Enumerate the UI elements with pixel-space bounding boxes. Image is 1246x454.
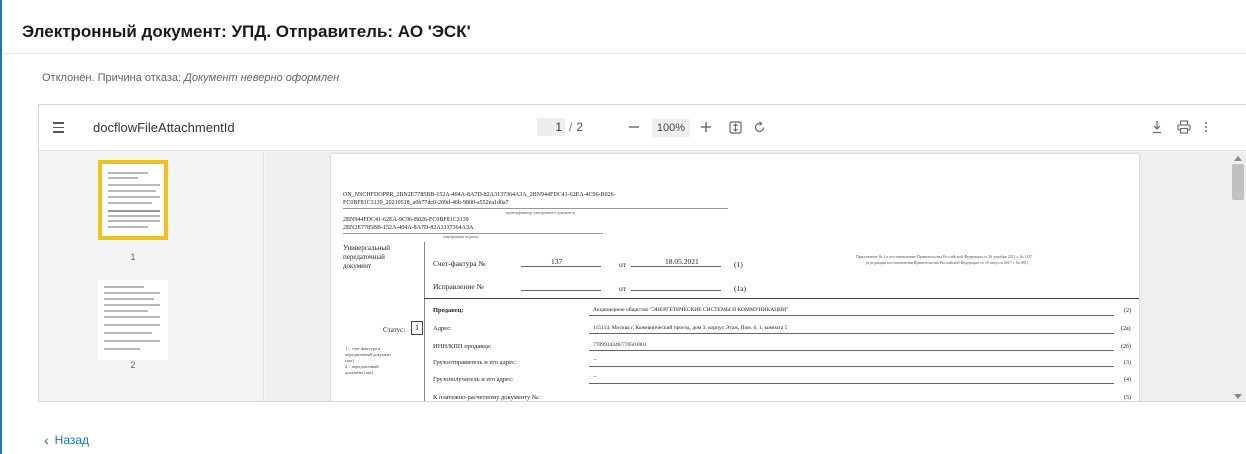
- viewer-toolbar: docflowFileAttachmentId / 2 100%: [39, 105, 1246, 151]
- thumbnail-label-1: 1: [130, 252, 136, 262]
- document-page: ON_NSCHFDOPPR_2BN2E7785BB-152A-404A-8A7D…: [331, 154, 1139, 401]
- doc-id-line-1: ON_NSCHFDOPPR_2BN2E7785BB-152A-404A-8A7D…: [343, 192, 616, 198]
- doc-appendix-1: Приложение № 1 к постановлению Правитель…: [856, 254, 1033, 259]
- rejection-status: Отклонён. Причина отказа: Документ невер…: [42, 72, 339, 84]
- document-area: ON_NSCHFDOPPR_2BN2E7785BB-152A-404A-8A7D…: [265, 152, 1246, 401]
- page: Электронный документ: УПД. Отправитель: …: [0, 0, 1246, 454]
- doc-consignee-label: Грузополучатель и его адрес:: [433, 376, 514, 383]
- doc-shipper-label: Грузоотправитель и его адрес:: [433, 359, 517, 366]
- scroll-down-icon[interactable]: [1234, 394, 1242, 399]
- doc-address-label: Адрес:: [433, 325, 452, 332]
- doc-correction-label: Исправление №: [433, 282, 484, 291]
- fit-page-icon[interactable]: [725, 116, 745, 138]
- total-pages: 2: [576, 120, 584, 134]
- print-icon[interactable]: [1174, 116, 1194, 138]
- doc-shipper-value: --: [593, 357, 597, 363]
- doc-correction-from: от: [619, 284, 626, 293]
- doc-inn-value: 7709934346/770501001: [593, 342, 647, 348]
- page-title: Электронный документ: УПД. Отправитель: …: [22, 22, 471, 41]
- doc-seller-label: Продавец:: [433, 307, 464, 314]
- doc-payment-code: (5): [1124, 395, 1131, 401]
- minus-icon[interactable]: [624, 116, 644, 138]
- page-indicator: / 2: [537, 118, 583, 136]
- doc-seller-code: (2): [1124, 308, 1131, 314]
- thumbnail-page-2[interactable]: [98, 280, 168, 360]
- scroll-up-icon[interactable]: [1234, 156, 1242, 161]
- doc-sender-line-2: 2BN2E7785BB-152A-404A-8A7D-82A3137364A3A: [343, 225, 474, 231]
- page-number-input[interactable]: [537, 118, 565, 136]
- doc-consignee-code: (4): [1124, 377, 1131, 383]
- doc-correction-code: (1а): [734, 284, 747, 293]
- plus-icon[interactable]: [696, 116, 716, 138]
- doc-payment-label: К платежно-расчетному документу №:: [433, 394, 540, 401]
- document-scrollbar[interactable]: [1229, 152, 1246, 401]
- thumbnail-panel: 1 2: [39, 152, 264, 401]
- doc-sender-line-1: 2BN944FDC41-62EA-9C96-B026-FC0BF81C3139: [343, 217, 469, 223]
- doc-inn-code: (2б): [1121, 344, 1132, 350]
- doc-invoice-code: (1): [734, 260, 743, 269]
- doc-status-note-2: передаточный документ: [345, 352, 392, 357]
- doc-status-value: 1: [411, 321, 423, 335]
- doc-sender-caption: электронная подпись: [443, 234, 479, 239]
- thumbnail-label-2: 2: [130, 360, 136, 370]
- doc-invoice-from: от: [619, 260, 626, 269]
- doc-id-caption: идентификатор электронного документа: [506, 210, 575, 215]
- doc-seller-value: Акционерное общество "ЭНЕРГЕТИЧЕСКИЕ СИС…: [593, 307, 789, 313]
- doc-address-code: (2а): [1121, 326, 1131, 332]
- scroll-thumb[interactable]: [1232, 164, 1244, 200]
- more-vert-icon[interactable]: [1199, 116, 1213, 138]
- doc-status-note-5: документ (акт): [345, 370, 374, 375]
- rotate-icon[interactable]: [749, 116, 769, 138]
- doc-status-label: Статус:: [383, 326, 406, 334]
- doc-invoice-number: 137: [551, 257, 563, 266]
- doc-appendix-2: (в редакции постановления Правительства …: [866, 260, 1029, 265]
- menu-icon[interactable]: [51, 119, 67, 135]
- doc-address-value: 115114, Москва г, Кожевнический проезд, …: [593, 325, 788, 331]
- rejection-reason: Документ неверно оформлен: [184, 72, 340, 84]
- thumbnail-page-1[interactable]: [98, 160, 168, 240]
- doc-consignee-value: --: [593, 374, 597, 380]
- file-name: docflowFileAttachmentId: [93, 120, 235, 135]
- doc-upd-title-3: документ: [343, 262, 372, 270]
- doc-invoice-label: Счет-фактура №: [433, 259, 486, 268]
- doc-upd-title-1: Универсальный: [343, 244, 390, 252]
- page-separator: /: [569, 120, 573, 134]
- doc-id-line-2: FC0BF81C3139_20210518_a0b77dc0-209d-46b-…: [343, 200, 509, 206]
- doc-inn-label: ИНН/КПП продавца:: [433, 343, 492, 350]
- back-label: Назад: [54, 433, 90, 447]
- doc-invoice-date: 18.05.2021: [665, 257, 699, 266]
- doc-status-note-3: (акт): [345, 358, 355, 363]
- header-divider: [2, 53, 1246, 54]
- doc-shipper-code: (3): [1124, 360, 1131, 366]
- zoom-level[interactable]: 100%: [652, 119, 690, 137]
- download-icon[interactable]: [1147, 116, 1167, 138]
- doc-status-note-1: 1 – счет-фактура и: [345, 346, 381, 351]
- rejection-prefix: Отклонён. Причина отказа:: [42, 72, 182, 84]
- doc-status-note-4: 2 – передаточный: [345, 364, 379, 369]
- pdf-viewer: docflowFileAttachmentId / 2 100%: [38, 104, 1246, 402]
- doc-upd-title-2: передаточный: [343, 253, 385, 261]
- chevron-left-icon: ‹: [44, 432, 49, 448]
- back-link[interactable]: ‹ Назад: [44, 432, 89, 448]
